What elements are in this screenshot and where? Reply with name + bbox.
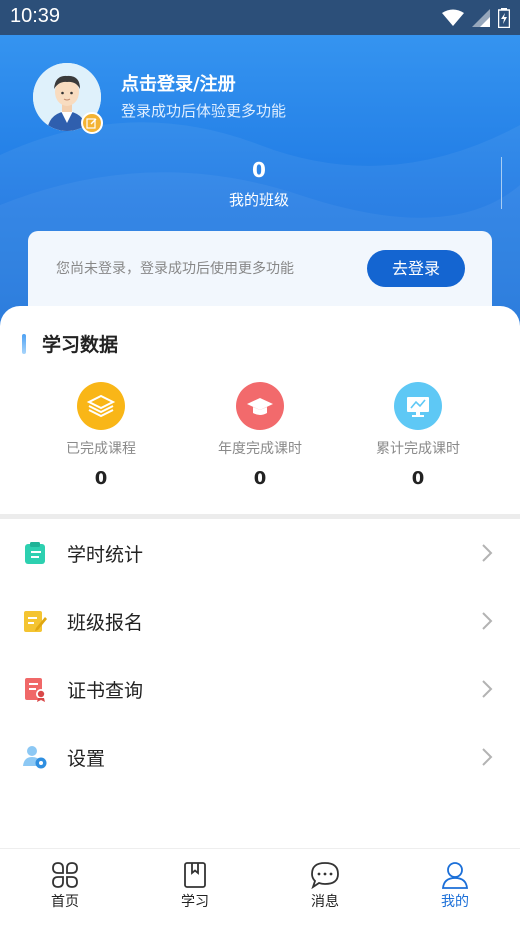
tab-label: 我的: [441, 894, 469, 910]
menu-label: 设置: [67, 748, 106, 770]
tab-home[interactable]: 首页: [25, 861, 105, 911]
my-class-label[interactable]: 我的班级: [199, 189, 319, 210]
menu-item-study-hours[interactable]: 学时统计: [0, 519, 520, 587]
certificate-icon: [25, 678, 46, 702]
stat-total-hours[interactable]: 累计完成课时 0: [348, 382, 488, 489]
tab-label: 学习: [181, 894, 209, 910]
menu-item-class-enroll[interactable]: 班级报名: [0, 587, 520, 655]
user-settings-icon: [23, 746, 47, 769]
stat-label: 已完成课程: [66, 441, 136, 457]
menu-item-certificate-query[interactable]: 证书查询: [0, 655, 520, 723]
class-count[interactable]: 0: [209, 158, 309, 182]
user-icon: [442, 862, 468, 889]
menu-item-settings[interactable]: 设置: [0, 723, 520, 791]
login-register-link[interactable]: 点击登录/注册: [121, 70, 236, 96]
clipboard-icon: [25, 542, 45, 564]
stat-yearly-hours[interactable]: 年度完成课时 0: [190, 382, 330, 489]
signal-icon: [472, 9, 490, 27]
chevron-right-icon: [482, 748, 493, 766]
stat-label: 累计完成课时: [376, 441, 460, 457]
tab-study[interactable]: 学习: [155, 861, 235, 911]
status-bar: 10:39: [0, 0, 520, 35]
tab-label: 消息: [311, 894, 339, 910]
go-login-button[interactable]: 去登录: [367, 250, 465, 287]
home-grid-icon: [52, 862, 78, 888]
graduation-cap-icon: [236, 382, 284, 430]
menu-label: 班级报名: [67, 612, 144, 634]
edit-avatar-badge[interactable]: [81, 112, 103, 134]
stat-value: 0: [411, 468, 425, 489]
chevron-right-icon: [482, 544, 493, 562]
edit-note-icon: [24, 611, 47, 632]
section-title: 学习数据: [42, 334, 119, 356]
login-prompt-text: 您尚未登录，登录成功后使用更多功能: [56, 261, 294, 277]
monitor-icon: [394, 382, 442, 430]
stat-value: 0: [94, 468, 108, 489]
wifi-icon: [442, 9, 464, 26]
book-icon: [184, 862, 206, 888]
battery-icon: [498, 8, 510, 28]
stat-completed-courses[interactable]: 已完成课程 0: [31, 382, 171, 489]
menu-label: 学时统计: [67, 544, 144, 566]
section-accent-bar: [22, 334, 26, 354]
tab-messages[interactable]: 消息: [285, 861, 365, 911]
chat-bubble-icon: [311, 862, 339, 889]
status-icons: [442, 7, 510, 29]
edit-icon: [86, 118, 97, 129]
layers-icon: [77, 382, 125, 430]
stat-value: 0: [253, 468, 267, 489]
stat-label: 年度完成课时: [218, 441, 302, 457]
menu-label: 证书查询: [67, 680, 144, 702]
bottom-tab-bar: 首页 学习 消息 我的: [0, 848, 520, 927]
header-divider: [501, 157, 502, 209]
login-subtitle: 登录成功后体验更多功能: [121, 102, 287, 120]
study-data-panel: 学习数据 已完成课程 0 年度完成课时 0 累计完成课时 0: [0, 306, 520, 514]
chevron-right-icon: [482, 612, 493, 630]
chevron-right-icon: [482, 680, 493, 698]
tab-label: 首页: [51, 894, 79, 910]
tab-mine[interactable]: 我的: [415, 861, 495, 911]
status-time: 10:39: [10, 5, 61, 27]
